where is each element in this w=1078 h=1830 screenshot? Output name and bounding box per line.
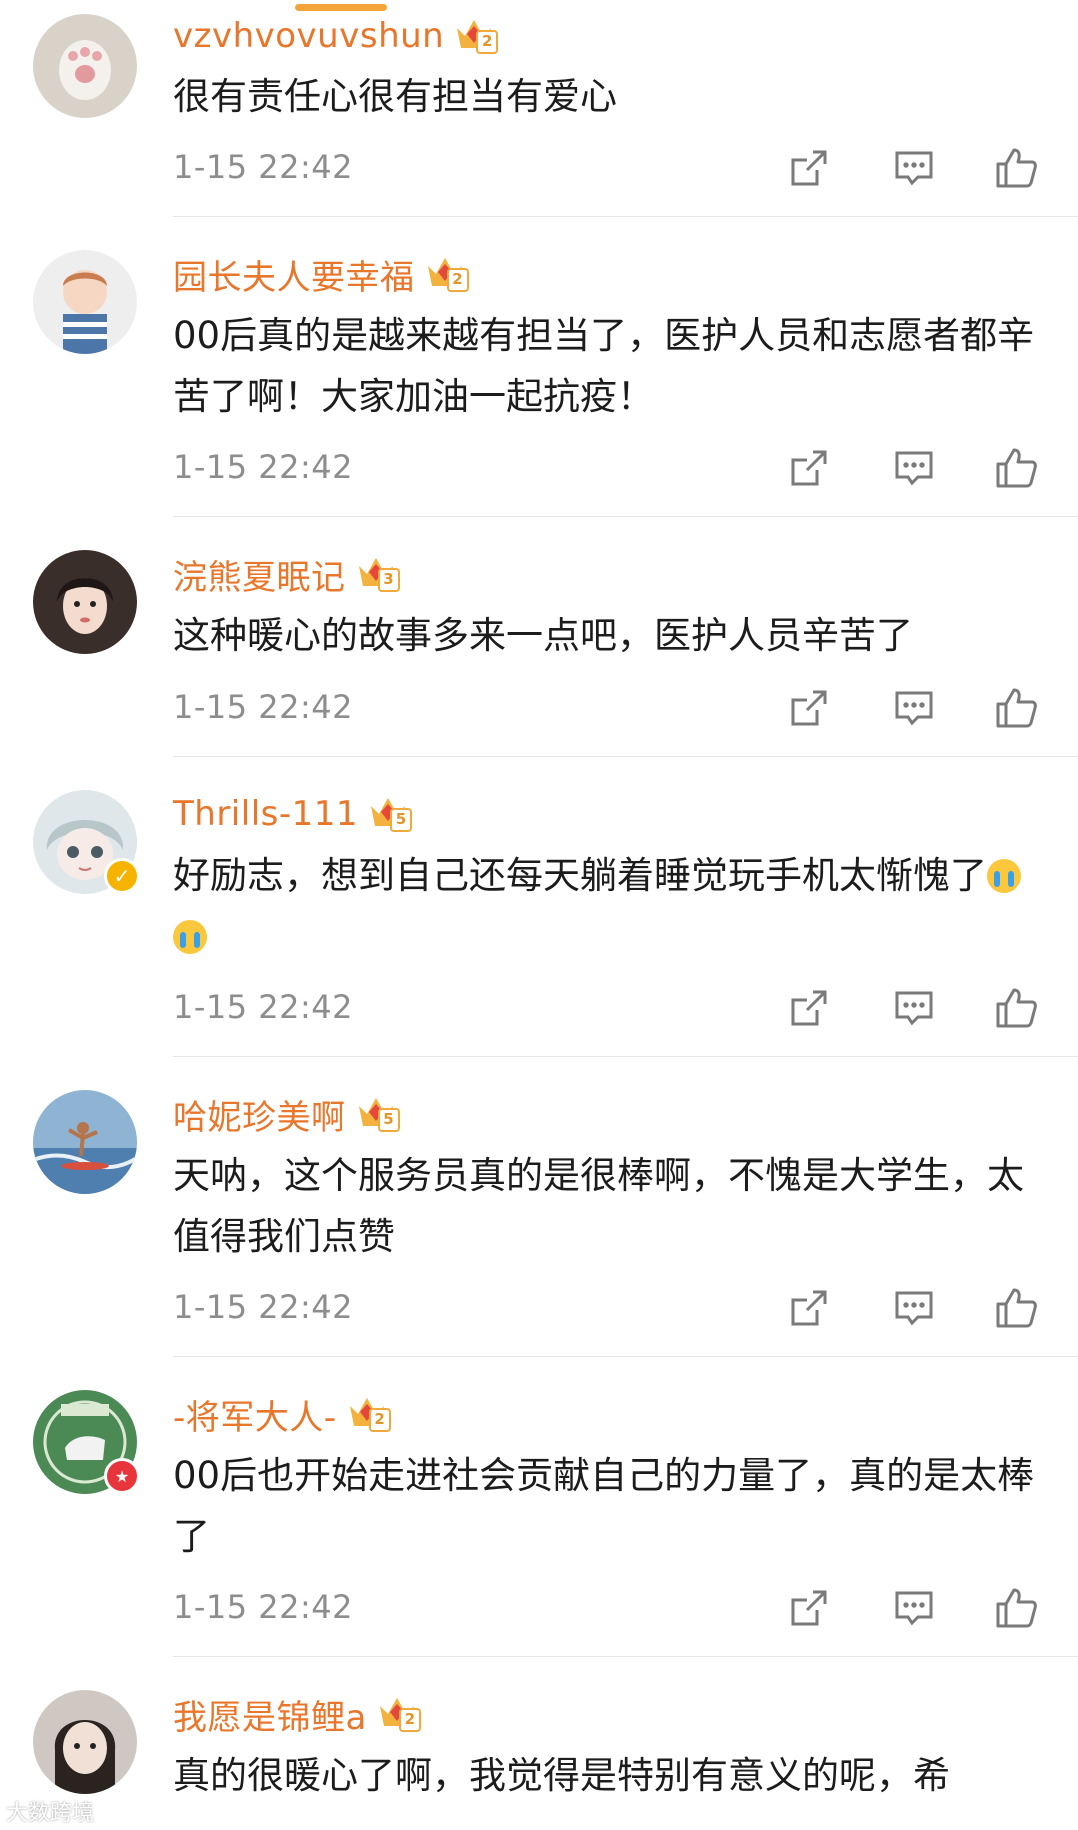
comment-time: 1-15 22:42 <box>173 148 354 186</box>
vip-level: 5 <box>377 1108 400 1132</box>
comment-actions <box>787 1286 1037 1336</box>
comment-text: 这种暖心的故事多来一点吧，医护人员辛苦了 <box>173 614 913 657</box>
comment-actions <box>787 686 1037 736</box>
share-icon[interactable] <box>787 446 831 490</box>
verified-badge-icon: ✓ <box>104 858 140 894</box>
share-icon[interactable] <box>787 1286 831 1330</box>
avatar[interactable] <box>33 250 137 354</box>
vip-crown-icon: 2 <box>347 1394 391 1434</box>
official-badge-icon: ★ <box>104 1458 140 1494</box>
share-icon[interactable] <box>787 1586 831 1630</box>
divider <box>173 1656 1078 1657</box>
vip-crown-icon: 2 <box>377 1694 421 1734</box>
comment-time: 1-15 22:42 <box>173 1288 354 1326</box>
vip-crown-icon: 5 <box>368 794 413 834</box>
divider <box>173 516 1078 517</box>
crying-emoji-icon <box>987 859 1021 893</box>
watermark: 大数跨境 <box>6 1801 95 1826</box>
share-icon[interactable] <box>787 986 831 1030</box>
thumbs-up-icon[interactable] <box>994 1286 1038 1330</box>
crying-emoji-icon <box>173 920 207 954</box>
thumbs-up-icon[interactable] <box>994 1586 1038 1630</box>
comment-icon[interactable] <box>892 1586 936 1630</box>
comment-actions <box>787 146 1037 196</box>
avatar[interactable] <box>33 1090 137 1194</box>
vip-level: 2 <box>368 1408 391 1432</box>
thumbs-up-icon[interactable] <box>994 146 1038 190</box>
thumbs-up-icon[interactable] <box>994 986 1038 1030</box>
divider <box>173 1356 1078 1357</box>
comment-icon[interactable] <box>892 686 936 730</box>
comment-text: 天呐，这个服务员真的是很棒啊，不愧是大学生，太值得我们点赞 <box>173 1154 1024 1258</box>
thumbs-up-icon[interactable] <box>994 686 1038 730</box>
comment-text: 好励志，想到自己还每天躺着睡觉玩手机太惭愧了 <box>173 845 1043 967</box>
vip-crown-icon: 3 <box>356 554 400 594</box>
divider <box>173 216 1078 217</box>
comment-time: 1-15 22:42 <box>173 988 354 1026</box>
comment-time: 1-15 22:42 <box>173 688 354 726</box>
thumbs-up-icon[interactable] <box>994 446 1038 490</box>
username[interactable]: 我愿是锦鲤a <box>173 1690 367 1739</box>
divider <box>173 1056 1078 1057</box>
username[interactable]: 浣熊夏眠记 <box>173 550 346 599</box>
vip-level: 5 <box>390 808 413 832</box>
comment-time: 1-15 22:42 <box>173 1588 354 1626</box>
vip-crown-icon: 2 <box>454 16 499 56</box>
vip-level: 2 <box>446 268 469 292</box>
username[interactable]: -将军大人- <box>173 1390 337 1439</box>
comment-icon[interactable] <box>892 446 936 490</box>
vip-level: 2 <box>476 30 499 54</box>
comment-icon[interactable] <box>892 146 936 190</box>
avatar[interactable] <box>33 1690 137 1794</box>
username[interactable]: vzvhvovuvshun <box>173 16 444 56</box>
share-icon[interactable] <box>787 146 831 190</box>
avatar[interactable] <box>33 550 137 654</box>
comment-text: 00后也开始走进社会贡献自己的力量了，真的是太棒了 <box>173 1454 1035 1558</box>
vip-crown-icon: 5 <box>356 1094 400 1134</box>
top-scroll-indicator <box>295 4 387 11</box>
comment-actions <box>787 986 1037 1036</box>
comment-icon[interactable] <box>892 986 936 1030</box>
comment-text-body: 好励志，想到自己还每天躺着睡觉玩手机太惭愧了 <box>173 854 987 897</box>
share-icon[interactable] <box>787 686 831 730</box>
vip-level: 3 <box>377 568 400 592</box>
vip-level: 2 <box>398 1708 421 1732</box>
comment-time: 1-15 22:42 <box>173 448 354 486</box>
avatar[interactable] <box>33 14 137 118</box>
username[interactable]: 哈妮珍美啊 <box>173 1090 346 1139</box>
divider <box>173 756 1078 757</box>
comment-actions <box>787 446 1037 496</box>
username[interactable]: Thrills-111 <box>173 794 358 834</box>
username[interactable]: 园长夫人要幸福 <box>173 250 415 299</box>
comment-actions <box>787 1586 1037 1636</box>
comment-icon[interactable] <box>892 1286 936 1330</box>
comment-text: 真的很暖心了啊，我觉得是特别有意义的呢，希 <box>173 1754 950 1797</box>
comment-text: 00后真的是越来越有担当了，医护人员和志愿者都辛苦了啊！大家加油一起抗疫！ <box>173 314 1035 418</box>
vip-crown-icon: 2 <box>425 254 469 294</box>
comment-text: 很有责任心很有担当有爱心 <box>173 75 617 118</box>
